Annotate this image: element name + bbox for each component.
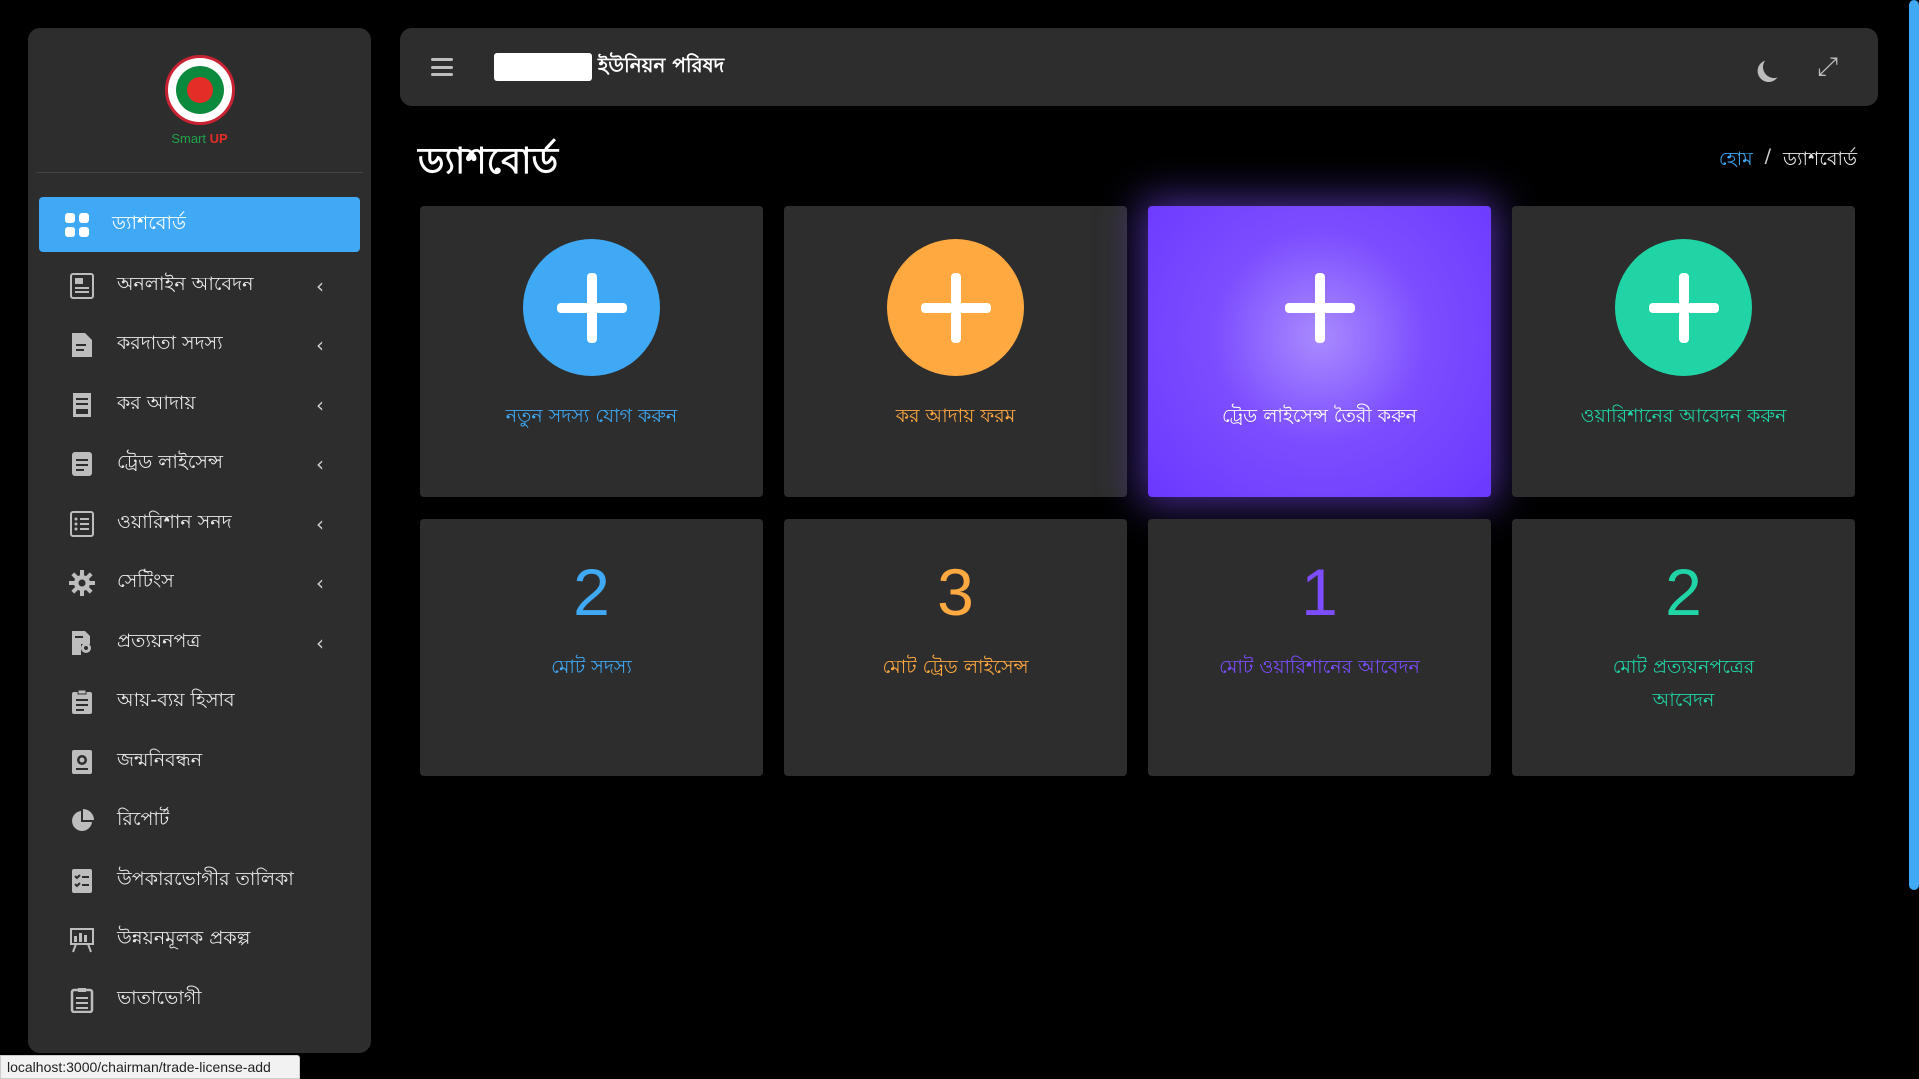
sidebar-item-taxpayer-members[interactable]: করদাতা সদস্য ‹	[39, 316, 360, 376]
gear-icon	[69, 570, 95, 597]
sidebar-item-label: ট্রেড লাইসেন্স	[117, 451, 223, 474]
sidebar-item-trade-license[interactable]: ট্রেড লাইসেন্স ‹	[39, 435, 360, 495]
sidebar-item-label: সেটিংস	[117, 570, 174, 593]
page-scrollbar[interactable]	[1909, 0, 1919, 890]
clipboard-list-icon	[69, 689, 95, 715]
card-label: ট্রেড লাইসেন্স তৈরী করুন	[1221, 405, 1418, 427]
sidebar-item-label: কর আদায়	[117, 391, 196, 414]
chevron-left-icon: ‹	[316, 333, 324, 358]
card-label: নতুন সদস্য যোগ করুন	[505, 405, 678, 427]
breadcrumb-current: ড্যাশবোর্ড	[1783, 148, 1857, 170]
stat-label: মোট ওয়ারিশানের আবেদন	[1219, 656, 1420, 678]
sidebar: Smart UP ড্যাশবোর্ড অনলাইন আবেদন ‹ করদাত…	[28, 28, 371, 1053]
total-certificate-application-stat-card[interactable]: 2 মোট প্রত্যয়নপত্রের আবেদন	[1512, 519, 1855, 776]
plus-icon	[887, 239, 1024, 376]
app-root: Smart UP ড্যাশবোর্ড অনলাইন আবেদন ‹ করদাত…	[0, 0, 1919, 1079]
sidebar-item-tax-collection[interactable]: কর আদায় ‹	[39, 375, 360, 435]
sidebar-item-settings[interactable]: সেটিংস ‹	[39, 554, 360, 614]
page-title: ড্যাশবোর্ড	[418, 141, 559, 182]
sidebar-item-report[interactable]: রিপোর্ট	[39, 792, 360, 852]
breadcrumb-separator: /	[1764, 145, 1772, 167]
sidebar-item-label: ওয়ারিশান সনদ	[117, 510, 232, 533]
chevron-left-icon: ‹	[316, 452, 324, 477]
stat-label: মোট ট্রেড লাইসেন্স	[882, 656, 1029, 678]
sidebar-item-label: আয়-ব্যয় হিসাব	[117, 689, 235, 712]
sidebar-item-income-expense[interactable]: আয়-ব্যয় হিসাব	[39, 673, 360, 733]
sidebar-item-label: উন্নয়নমূলক প্রকল্প	[117, 927, 251, 950]
chevron-left-icon: ‹	[316, 511, 324, 536]
breadcrumb: হোম / ড্যাশবোর্ড	[1719, 145, 1857, 177]
plus-icon	[1615, 239, 1752, 376]
breadcrumb-home-link[interactable]: হোম	[1719, 145, 1753, 177]
clipboard-icon	[69, 987, 95, 1013]
sidebar-item-allowance-recipients[interactable]: ভাতাভোগী	[39, 970, 360, 1030]
sidebar-item-label: উপকারভোগীর তালিকা	[117, 867, 294, 890]
document-icon	[69, 451, 95, 477]
pie-chart-icon	[69, 808, 95, 834]
sidebar-item-label: করদাতা সদস্য	[117, 332, 223, 355]
brand-name-part1: Smart	[171, 130, 206, 146]
stat-value: 3	[937, 555, 974, 629]
tax-receipt-icon	[69, 392, 95, 418]
fullscreen-expand-icon[interactable]: ⤢	[1817, 54, 1838, 80]
top-bar: ইউনিয়ন পরিষদ ⤢	[400, 28, 1878, 106]
stat-value: 2	[573, 555, 610, 629]
brand[interactable]: Smart UP	[36, 28, 363, 173]
grid-icon	[64, 212, 90, 238]
sidebar-item-label: ভাতাভোগী	[117, 986, 202, 1009]
sidebar-item-inheritance-certificate[interactable]: ওয়ারিশান সনদ ‹	[39, 494, 360, 554]
plus-icon	[523, 239, 660, 376]
union-title: ইউনিয়ন পরিষদ	[598, 52, 725, 77]
add-member-card[interactable]: নতুন সদস্য যোগ করুন	[420, 206, 763, 497]
checklist-icon	[69, 868, 95, 894]
sidebar-item-dashboard[interactable]: ড্যাশবোর্ড	[39, 197, 360, 252]
sidebar-item-certificates[interactable]: প্রত্যয়নপত্র ‹	[39, 613, 360, 673]
brand-name-part2: UP	[209, 130, 228, 146]
plus-icon	[1251, 239, 1388, 376]
card-label: ওয়ারিশানের আবেদন করুন	[1580, 405, 1787, 427]
total-trade-license-stat-card[interactable]: 3 মোট ট্রেড লাইসেন্স	[784, 519, 1127, 776]
chevron-left-icon: ‹	[316, 571, 324, 596]
hamburger-menu-icon[interactable]	[431, 58, 453, 76]
sidebar-item-label: রিপোর্ট	[117, 808, 170, 831]
project-board-icon	[69, 927, 95, 953]
sidebar-item-online-application[interactable]: অনলাইন আবেদন ‹	[39, 256, 360, 316]
union-name-box	[494, 53, 592, 81]
sidebar-item-label: অনলাইন আবেদন	[117, 272, 254, 295]
total-members-stat-card[interactable]: 2 মোট সদস্য	[420, 519, 763, 776]
total-inheritance-application-stat-card[interactable]: 1 মোট ওয়ারিশানের আবেদন	[1148, 519, 1491, 776]
stat-label: মোট প্রত্যয়নপত্রের আবেদন	[1612, 656, 1755, 711]
list-icon	[69, 510, 95, 537]
chevron-left-icon: ‹	[316, 273, 324, 298]
sidebar-item-label: ড্যাশবোর্ড	[112, 211, 186, 234]
sidebar-item-beneficiary-list[interactable]: উপকারভোগীর তালিকা	[39, 851, 360, 911]
chevron-left-icon: ‹	[316, 630, 324, 655]
chevron-left-icon: ‹	[316, 392, 324, 417]
top-actions: ⤢	[1757, 54, 1838, 80]
sidebar-menu: ড্যাশবোর্ড অনলাইন আবেদন ‹ করদাতা সদস্য ‹	[28, 173, 371, 1030]
link-preview-statusbar: localhost:3000/chairman/trade-license-ad…	[0, 1055, 300, 1079]
government-emblem-logo	[164, 54, 235, 125]
file-edit-icon	[69, 332, 95, 358]
card-label: কর আদায় ফরম	[895, 405, 1016, 427]
newspaper-icon	[69, 272, 95, 299]
sidebar-item-label: জন্মনিবন্ধন	[117, 748, 203, 771]
sidebar-item-birth-registration[interactable]: জন্মনিবন্ধন	[39, 732, 360, 792]
create-trade-license-card[interactable]: ট্রেড লাইসেন্স তৈরী করুন	[1148, 206, 1491, 497]
sidebar-item-label: প্রত্যয়নপত্র	[117, 629, 201, 652]
stat-label: মোট সদস্য	[551, 656, 632, 678]
sidebar-item-development-projects[interactable]: উন্নয়নমূলক প্রকল্প	[39, 911, 360, 971]
moon-icon[interactable]	[1761, 54, 1786, 79]
inheritance-application-card[interactable]: ওয়ারিশানের আবেদন করুন	[1512, 206, 1855, 497]
tax-collection-form-card[interactable]: কর আদায় ফরম	[784, 206, 1127, 497]
brand-name: Smart UP	[171, 131, 227, 146]
birth-registration-icon	[69, 749, 95, 775]
stat-value: 2	[1665, 555, 1702, 629]
certificate-icon	[69, 630, 95, 656]
stat-value: 1	[1301, 555, 1338, 629]
